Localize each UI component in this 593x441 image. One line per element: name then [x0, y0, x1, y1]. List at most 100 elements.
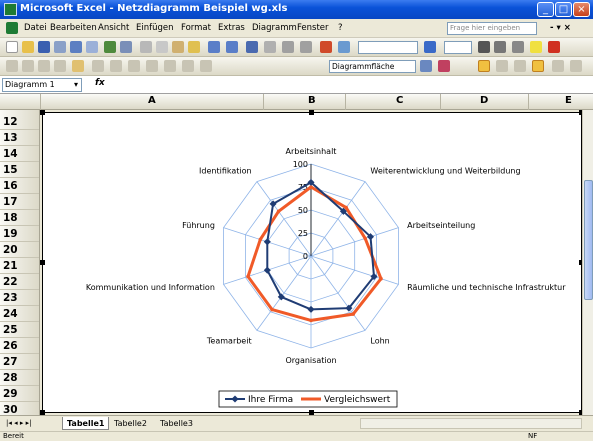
menu-datei[interactable]: Datei — [24, 23, 47, 33]
copy-icon[interactable] — [156, 41, 168, 53]
resize-handle[interactable] — [309, 110, 314, 115]
column-header-d[interactable]: D — [480, 95, 488, 106]
format-chart-area-icon[interactable] — [420, 60, 432, 72]
cut-icon[interactable] — [140, 41, 152, 53]
reviewing-icon-9[interactable] — [164, 60, 176, 72]
formula-input[interactable] — [112, 78, 590, 92]
sheet-nav-arrows[interactable]: |◂ ◂ ▸ ▸| — [2, 417, 35, 430]
column-header-b[interactable]: B — [308, 95, 316, 106]
sort-descending-icon[interactable] — [300, 41, 312, 53]
row-header[interactable]: 20 — [0, 243, 39, 258]
menu-extras[interactable]: Extras — [218, 23, 245, 33]
row-header[interactable]: 28 — [0, 371, 39, 386]
angle-text-up-icon[interactable] — [570, 60, 582, 72]
row-header[interactable]: 18 — [0, 211, 39, 226]
undo-icon[interactable] — [208, 41, 220, 53]
menu-einfuegen[interactable]: Einfügen — [136, 23, 174, 33]
reviewing-icon-6[interactable] — [110, 60, 122, 72]
row-header[interactable]: 15 — [0, 163, 39, 178]
font-color-icon[interactable] — [548, 41, 560, 53]
fx-icon[interactable]: fx — [95, 78, 105, 88]
bold-icon[interactable] — [478, 41, 490, 53]
reviewing-icon-4[interactable] — [54, 60, 66, 72]
row-header[interactable]: 21 — [0, 259, 39, 274]
row-header[interactable]: 19 — [0, 227, 39, 242]
horizontal-scrollbar[interactable] — [360, 418, 582, 429]
reviewing-icon-11[interactable] — [200, 60, 212, 72]
help-icon[interactable] — [424, 41, 436, 53]
resize-handle[interactable] — [40, 260, 45, 265]
save-icon[interactable] — [38, 41, 50, 53]
permission-icon[interactable] — [54, 41, 66, 53]
row-header[interactable]: 12 — [0, 115, 39, 130]
column-header-c[interactable]: C — [396, 95, 403, 106]
chart-element-selector[interactable]: Diagrammfläche — [329, 60, 416, 73]
menu-diagramm[interactable]: Diagramm — [252, 23, 297, 33]
reviewing-icon-5[interactable] — [92, 60, 104, 72]
tab-tabelle3[interactable]: Tabelle3 — [156, 417, 197, 430]
column-header-e[interactable]: E — [565, 95, 572, 106]
reviewing-icon[interactable] — [6, 60, 18, 72]
row-header[interactable]: 13 — [0, 131, 39, 146]
column-header-a[interactable]: A — [148, 95, 156, 106]
align-center-icon[interactable] — [494, 41, 506, 53]
minimize-button[interactable]: _ — [537, 2, 554, 17]
excel-app-icon[interactable] — [4, 3, 17, 16]
workbook-icon[interactable] — [6, 22, 18, 34]
help-search-input[interactable]: Frage hier eingeben — [447, 22, 537, 35]
chart-wizard-icon[interactable] — [320, 41, 332, 53]
vertical-scrollbar[interactable] — [582, 110, 593, 415]
new-icon[interactable] — [6, 41, 18, 53]
menu-fenster[interactable]: Fenster — [297, 23, 329, 33]
chart-area[interactable]: 0 25 50 75 100 Arbeitsinhalt Weiterentwicklung… — [42, 112, 582, 413]
fill-color-icon[interactable] — [530, 41, 542, 53]
autosum-icon[interactable] — [264, 41, 276, 53]
close-button[interactable]: × — [573, 2, 590, 17]
comment-icon[interactable] — [72, 60, 84, 72]
font-size-dropdown[interactable] — [444, 41, 472, 54]
menu-help[interactable]: ? — [338, 23, 343, 33]
resize-handle[interactable] — [40, 110, 45, 115]
row-header[interactable]: 24 — [0, 307, 39, 322]
menu-bearbeiten[interactable]: Bearbeiten — [50, 23, 97, 33]
row-header[interactable]: 23 — [0, 291, 39, 306]
row-header[interactable]: 14 — [0, 147, 39, 162]
name-box[interactable]: Diagramm 1 ▾ — [2, 78, 82, 92]
vertical-scroll-thumb[interactable] — [584, 180, 593, 300]
sort-ascending-icon[interactable] — [282, 41, 294, 53]
by-column-icon[interactable] — [532, 60, 544, 72]
row-header[interactable]: 22 — [0, 275, 39, 290]
data-table-icon[interactable] — [496, 60, 508, 72]
row-header[interactable]: 16 — [0, 179, 39, 194]
by-row-icon[interactable] — [514, 60, 526, 72]
reviewing-icon-3[interactable] — [38, 60, 50, 72]
document-window-controls[interactable]: - ▾ × — [550, 23, 571, 33]
hyperlink-icon[interactable] — [246, 41, 258, 53]
chevron-down-icon[interactable]: ▾ — [74, 79, 78, 91]
radar-chart[interactable]: 0255075100ArbeitsinhaltWeiterentwicklung… — [43, 113, 581, 412]
menu-format[interactable]: Format — [181, 23, 211, 33]
legend-toggle-icon[interactable] — [478, 60, 490, 72]
open-icon[interactable] — [22, 41, 34, 53]
chart-type-icon[interactable] — [438, 60, 450, 72]
reviewing-icon-7[interactable] — [128, 60, 140, 72]
drawing-icon[interactable] — [338, 41, 350, 53]
row-header[interactable]: 29 — [0, 387, 39, 402]
angle-text-down-icon[interactable] — [552, 60, 564, 72]
paste-icon[interactable] — [172, 41, 184, 53]
tab-tabelle1[interactable]: Tabelle1 — [62, 417, 110, 430]
reviewing-icon-2[interactable] — [22, 60, 34, 72]
menu-ansicht[interactable]: Ansicht — [98, 23, 129, 33]
reviewing-icon-8[interactable] — [146, 60, 158, 72]
tab-tabelle2[interactable]: Tabelle2 — [110, 417, 151, 430]
zoom-dropdown[interactable] — [358, 41, 418, 54]
redo-icon[interactable] — [226, 41, 238, 53]
spelling-icon[interactable] — [104, 41, 116, 53]
row-header[interactable]: 17 — [0, 195, 39, 210]
print-icon[interactable] — [70, 41, 82, 53]
row-header[interactable]: 27 — [0, 355, 39, 370]
row-header[interactable]: 25 — [0, 323, 39, 338]
research-icon[interactable] — [120, 41, 132, 53]
print-preview-icon[interactable] — [86, 41, 98, 53]
maximize-button[interactable]: □ — [555, 2, 572, 17]
